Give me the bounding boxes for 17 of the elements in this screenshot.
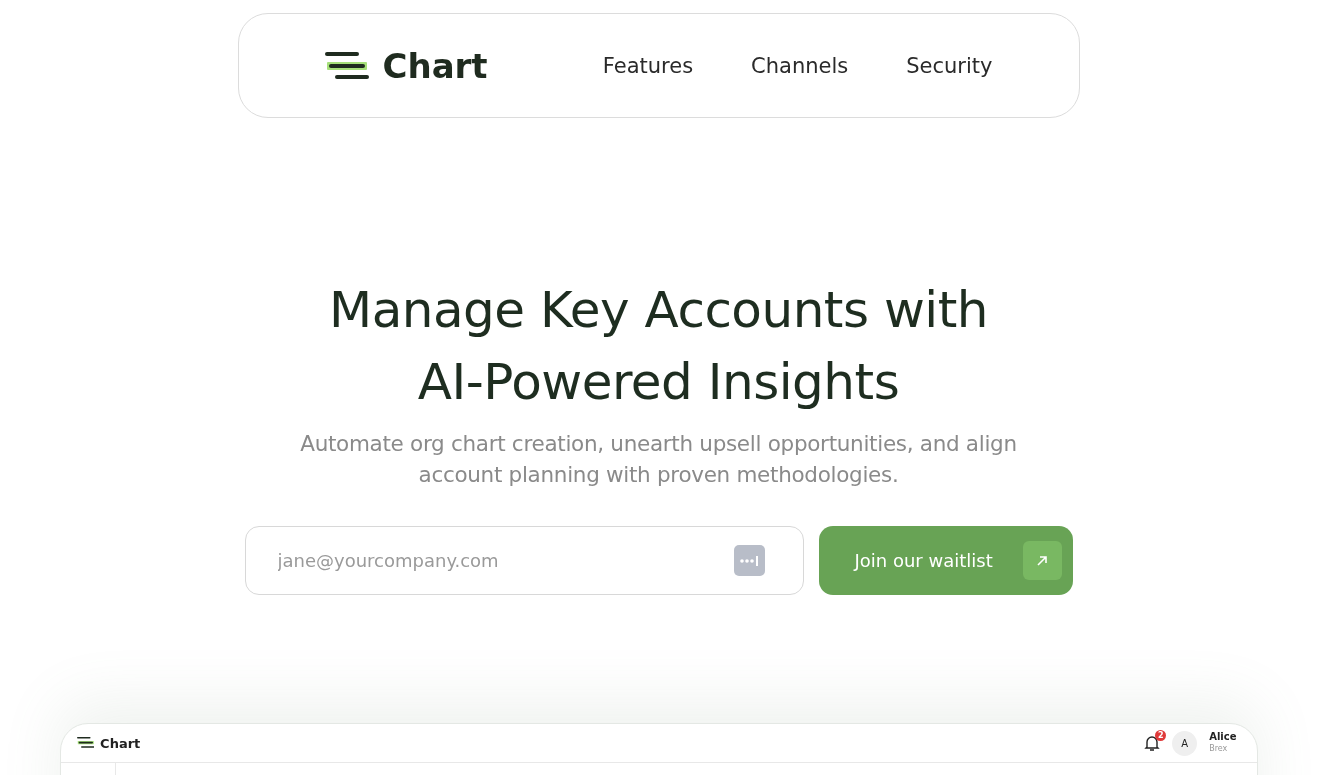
password-manager-icon [733, 545, 765, 576]
logo-icon [76, 737, 95, 749]
notification-badge: 2 [1155, 729, 1167, 741]
nav-link[interactable]: Security [906, 53, 993, 78]
brand-name: Chart [100, 735, 141, 751]
email-field[interactable]: jane@yourcompany.com [244, 526, 804, 595]
brand-name: Chart [382, 45, 488, 86]
nav-link[interactable]: Features [602, 53, 694, 78]
nav-link[interactable]: Channels [751, 53, 849, 78]
user-name: Alice [1209, 731, 1237, 743]
hero-subtitle: Automate org chart creation, unearth upsell opportunities, and align [300, 430, 1017, 458]
logo-icon [324, 51, 369, 80]
user-avatar[interactable]: A [1172, 730, 1198, 756]
user-company: Brex [1209, 743, 1229, 755]
hero-title: AI-Powered Insights [416, 352, 901, 413]
hero-subtitle: account planning with proven methodologies. [417, 461, 900, 489]
hero-title: Manage Key Accounts with [329, 280, 988, 341]
